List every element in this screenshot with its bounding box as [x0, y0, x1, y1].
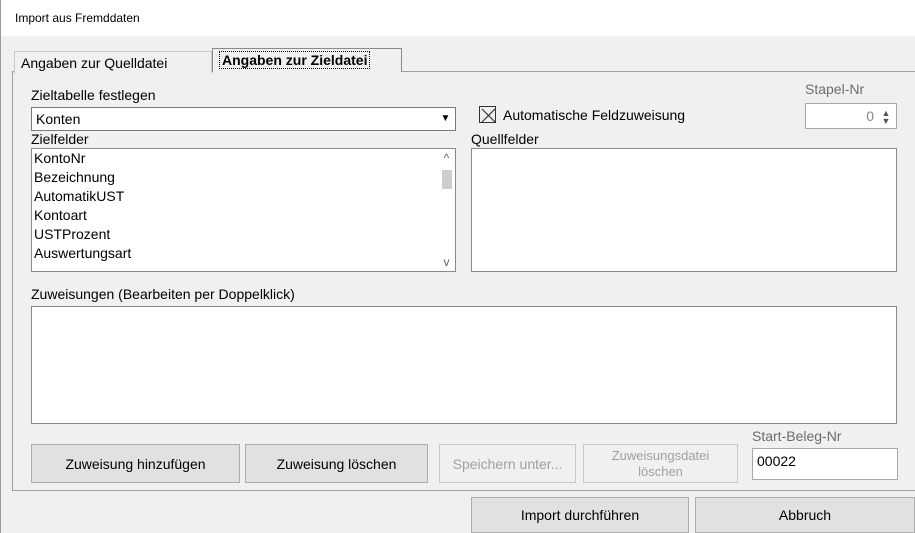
stapel-value: 0: [866, 108, 874, 124]
arrow-down-icon[interactable]: v: [438, 255, 455, 269]
start-beleg-label: Start-Beleg-Nr: [752, 428, 842, 444]
spin-arrows-icon[interactable]: ▲ ▼: [879, 109, 893, 126]
tab-quelldatei-label: Angaben zur Quelldatei: [21, 55, 168, 71]
start-beleg-input[interactable]: 00022: [752, 448, 898, 480]
list-item[interactable]: Kontoart: [32, 206, 455, 225]
scroll-thumb[interactable]: [442, 170, 452, 189]
delete-zuweisungsdatei-button[interactable]: Zuweisungsdatei löschen: [583, 444, 738, 483]
zielfelder-listbox[interactable]: KontoNr Bezeichnung AutomatikUST Kontoar…: [31, 148, 456, 272]
zuweisungen-listbox[interactable]: [31, 306, 897, 424]
quellfelder-label: Quellfelder: [471, 131, 539, 147]
add-zuweisung-button[interactable]: Zuweisung hinzufügen: [31, 444, 240, 483]
window-title: Import aus Fremddaten: [15, 11, 140, 25]
delete-zuweisung-button[interactable]: Zuweisung löschen: [245, 444, 428, 483]
stapel-label: Stapel-Nr: [805, 81, 865, 97]
list-item[interactable]: AutomatikUST: [32, 187, 455, 206]
auto-zuweisung-checkbox[interactable]: [479, 106, 496, 123]
import-button[interactable]: Import durchführen: [471, 497, 689, 533]
zielfelder-scrollbar[interactable]: ^ v: [438, 149, 455, 271]
list-item[interactable]: KontoNr: [32, 149, 455, 168]
tab-quelldatei[interactable]: Angaben zur Quelldatei: [14, 51, 212, 74]
chevron-down-icon[interactable]: ▼: [438, 111, 453, 127]
cancel-button[interactable]: Abbruch: [695, 497, 915, 533]
zielfelder-label: Zielfelder: [31, 131, 89, 147]
zieltabelle-label: Zieltabelle festlegen: [31, 87, 156, 103]
auto-zuweisung-label: Automatische Feldzuweisung: [503, 107, 686, 123]
tab-zieldatei[interactable]: Angaben zur Zieldatei: [212, 48, 402, 72]
list-item[interactable]: Bezeichnung: [32, 168, 455, 187]
list-item[interactable]: Auswertungsart: [32, 244, 455, 263]
zieltabelle-value: Konten: [36, 111, 81, 127]
arrow-up-icon[interactable]: ^: [438, 151, 455, 165]
stapel-spinner[interactable]: 0 ▲ ▼: [805, 103, 897, 129]
save-as-button[interactable]: Speichern unter...: [439, 444, 576, 483]
quellfelder-listbox[interactable]: [471, 148, 897, 272]
tab-zieldatei-label: Angaben zur Zieldatei: [219, 51, 371, 69]
delete-zuweisungsdatei-label: Zuweisungsdatei löschen: [611, 447, 710, 479]
zieltabelle-combobox[interactable]: Konten ▼: [31, 107, 456, 131]
zuweisungen-label: Zuweisungen (Bearbeiten per Doppelklick): [31, 286, 295, 302]
checkmark-x-icon: [481, 108, 496, 123]
list-item[interactable]: USTProzent: [32, 225, 455, 244]
